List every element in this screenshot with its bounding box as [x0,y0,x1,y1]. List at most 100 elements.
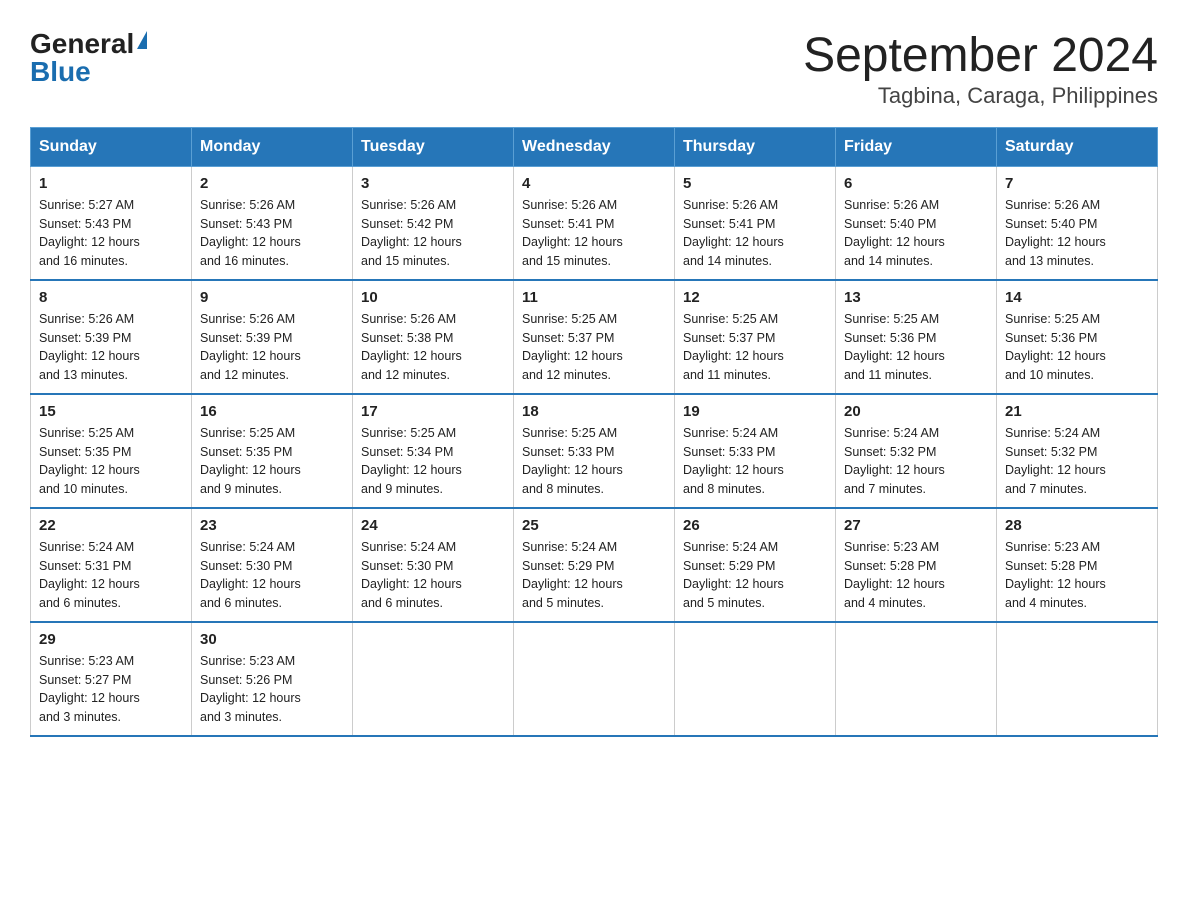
calendar-header: Sunday Monday Tuesday Wednesday Thursday… [31,127,1158,166]
day-info: Sunrise: 5:25 AM Sunset: 5:33 PM Dayligh… [522,424,666,499]
day-number: 22 [39,517,183,534]
day-number: 6 [844,175,988,192]
table-row: 2 Sunrise: 5:26 AM Sunset: 5:43 PM Dayli… [192,166,353,280]
table-row: 3 Sunrise: 5:26 AM Sunset: 5:42 PM Dayli… [353,166,514,280]
day-number: 29 [39,631,183,648]
day-number: 21 [1005,403,1149,420]
logo-general-text: General [30,30,134,58]
table-row: 9 Sunrise: 5:26 AM Sunset: 5:39 PM Dayli… [192,280,353,394]
day-info: Sunrise: 5:23 AM Sunset: 5:28 PM Dayligh… [1005,538,1149,613]
table-row: 1 Sunrise: 5:27 AM Sunset: 5:43 PM Dayli… [31,166,192,280]
table-row [997,622,1158,736]
table-row: 6 Sunrise: 5:26 AM Sunset: 5:40 PM Dayli… [836,166,997,280]
day-number: 24 [361,517,505,534]
day-info: Sunrise: 5:25 AM Sunset: 5:36 PM Dayligh… [1005,310,1149,385]
table-row: 27 Sunrise: 5:23 AM Sunset: 5:28 PM Dayl… [836,508,997,622]
day-number: 17 [361,403,505,420]
day-number: 7 [1005,175,1149,192]
day-info: Sunrise: 5:23 AM Sunset: 5:28 PM Dayligh… [844,538,988,613]
col-monday: Monday [192,127,353,166]
day-info: Sunrise: 5:26 AM Sunset: 5:42 PM Dayligh… [361,196,505,271]
day-info: Sunrise: 5:25 AM Sunset: 5:37 PM Dayligh… [522,310,666,385]
table-row: 19 Sunrise: 5:24 AM Sunset: 5:33 PM Dayl… [675,394,836,508]
table-row: 26 Sunrise: 5:24 AM Sunset: 5:29 PM Dayl… [675,508,836,622]
day-number: 1 [39,175,183,192]
table-row: 25 Sunrise: 5:24 AM Sunset: 5:29 PM Dayl… [514,508,675,622]
day-number: 30 [200,631,344,648]
logo-blue-text: Blue [30,58,91,86]
table-row: 23 Sunrise: 5:24 AM Sunset: 5:30 PM Dayl… [192,508,353,622]
table-row: 12 Sunrise: 5:25 AM Sunset: 5:37 PM Dayl… [675,280,836,394]
day-info: Sunrise: 5:26 AM Sunset: 5:41 PM Dayligh… [522,196,666,271]
day-number: 10 [361,289,505,306]
day-info: Sunrise: 5:23 AM Sunset: 5:27 PM Dayligh… [39,652,183,727]
col-thursday: Thursday [675,127,836,166]
calendar-subtitle: Tagbina, Caraga, Philippines [803,83,1158,109]
table-row: 11 Sunrise: 5:25 AM Sunset: 5:37 PM Dayl… [514,280,675,394]
day-info: Sunrise: 5:24 AM Sunset: 5:33 PM Dayligh… [683,424,827,499]
day-info: Sunrise: 5:24 AM Sunset: 5:31 PM Dayligh… [39,538,183,613]
day-info: Sunrise: 5:24 AM Sunset: 5:29 PM Dayligh… [683,538,827,613]
day-info: Sunrise: 5:24 AM Sunset: 5:30 PM Dayligh… [361,538,505,613]
calendar-week-row: 15 Sunrise: 5:25 AM Sunset: 5:35 PM Dayl… [31,394,1158,508]
day-info: Sunrise: 5:25 AM Sunset: 5:37 PM Dayligh… [683,310,827,385]
day-number: 15 [39,403,183,420]
day-number: 12 [683,289,827,306]
calendar-title: September 2024 [803,30,1158,83]
table-row: 18 Sunrise: 5:25 AM Sunset: 5:33 PM Dayl… [514,394,675,508]
day-info: Sunrise: 5:25 AM Sunset: 5:35 PM Dayligh… [39,424,183,499]
day-number: 27 [844,517,988,534]
col-wednesday: Wednesday [514,127,675,166]
table-row: 17 Sunrise: 5:25 AM Sunset: 5:34 PM Dayl… [353,394,514,508]
table-row [514,622,675,736]
col-saturday: Saturday [997,127,1158,166]
table-row: 4 Sunrise: 5:26 AM Sunset: 5:41 PM Dayli… [514,166,675,280]
table-row: 16 Sunrise: 5:25 AM Sunset: 5:35 PM Dayl… [192,394,353,508]
table-row: 30 Sunrise: 5:23 AM Sunset: 5:26 PM Dayl… [192,622,353,736]
table-row: 22 Sunrise: 5:24 AM Sunset: 5:31 PM Dayl… [31,508,192,622]
day-number: 8 [39,289,183,306]
day-info: Sunrise: 5:25 AM Sunset: 5:34 PM Dayligh… [361,424,505,499]
page: General Blue September 2024 Tagbina, Car… [0,0,1188,757]
day-number: 28 [1005,517,1149,534]
day-info: Sunrise: 5:26 AM Sunset: 5:39 PM Dayligh… [200,310,344,385]
table-row [836,622,997,736]
day-info: Sunrise: 5:25 AM Sunset: 5:35 PM Dayligh… [200,424,344,499]
header-row: Sunday Monday Tuesday Wednesday Thursday… [31,127,1158,166]
table-row [353,622,514,736]
table-row: 5 Sunrise: 5:26 AM Sunset: 5:41 PM Dayli… [675,166,836,280]
col-friday: Friday [836,127,997,166]
day-info: Sunrise: 5:26 AM Sunset: 5:40 PM Dayligh… [844,196,988,271]
day-number: 23 [200,517,344,534]
day-number: 18 [522,403,666,420]
calendar-body: 1 Sunrise: 5:27 AM Sunset: 5:43 PM Dayli… [31,166,1158,736]
day-number: 4 [522,175,666,192]
day-number: 11 [522,289,666,306]
day-info: Sunrise: 5:24 AM Sunset: 5:32 PM Dayligh… [1005,424,1149,499]
day-info: Sunrise: 5:26 AM Sunset: 5:40 PM Dayligh… [1005,196,1149,271]
table-row: 10 Sunrise: 5:26 AM Sunset: 5:38 PM Dayl… [353,280,514,394]
calendar-week-row: 8 Sunrise: 5:26 AM Sunset: 5:39 PM Dayli… [31,280,1158,394]
day-number: 25 [522,517,666,534]
col-sunday: Sunday [31,127,192,166]
header: General Blue September 2024 Tagbina, Car… [30,30,1158,109]
table-row [675,622,836,736]
day-number: 20 [844,403,988,420]
table-row: 21 Sunrise: 5:24 AM Sunset: 5:32 PM Dayl… [997,394,1158,508]
day-info: Sunrise: 5:25 AM Sunset: 5:36 PM Dayligh… [844,310,988,385]
calendar-table: Sunday Monday Tuesday Wednesday Thursday… [30,127,1158,737]
table-row: 13 Sunrise: 5:25 AM Sunset: 5:36 PM Dayl… [836,280,997,394]
table-row: 28 Sunrise: 5:23 AM Sunset: 5:28 PM Dayl… [997,508,1158,622]
day-info: Sunrise: 5:26 AM Sunset: 5:41 PM Dayligh… [683,196,827,271]
table-row: 24 Sunrise: 5:24 AM Sunset: 5:30 PM Dayl… [353,508,514,622]
day-info: Sunrise: 5:26 AM Sunset: 5:43 PM Dayligh… [200,196,344,271]
day-number: 26 [683,517,827,534]
table-row: 14 Sunrise: 5:25 AM Sunset: 5:36 PM Dayl… [997,280,1158,394]
table-row: 15 Sunrise: 5:25 AM Sunset: 5:35 PM Dayl… [31,394,192,508]
table-row: 7 Sunrise: 5:26 AM Sunset: 5:40 PM Dayli… [997,166,1158,280]
calendar-week-row: 29 Sunrise: 5:23 AM Sunset: 5:27 PM Dayl… [31,622,1158,736]
title-block: September 2024 Tagbina, Caraga, Philippi… [803,30,1158,109]
day-info: Sunrise: 5:27 AM Sunset: 5:43 PM Dayligh… [39,196,183,271]
day-number: 16 [200,403,344,420]
day-info: Sunrise: 5:24 AM Sunset: 5:29 PM Dayligh… [522,538,666,613]
